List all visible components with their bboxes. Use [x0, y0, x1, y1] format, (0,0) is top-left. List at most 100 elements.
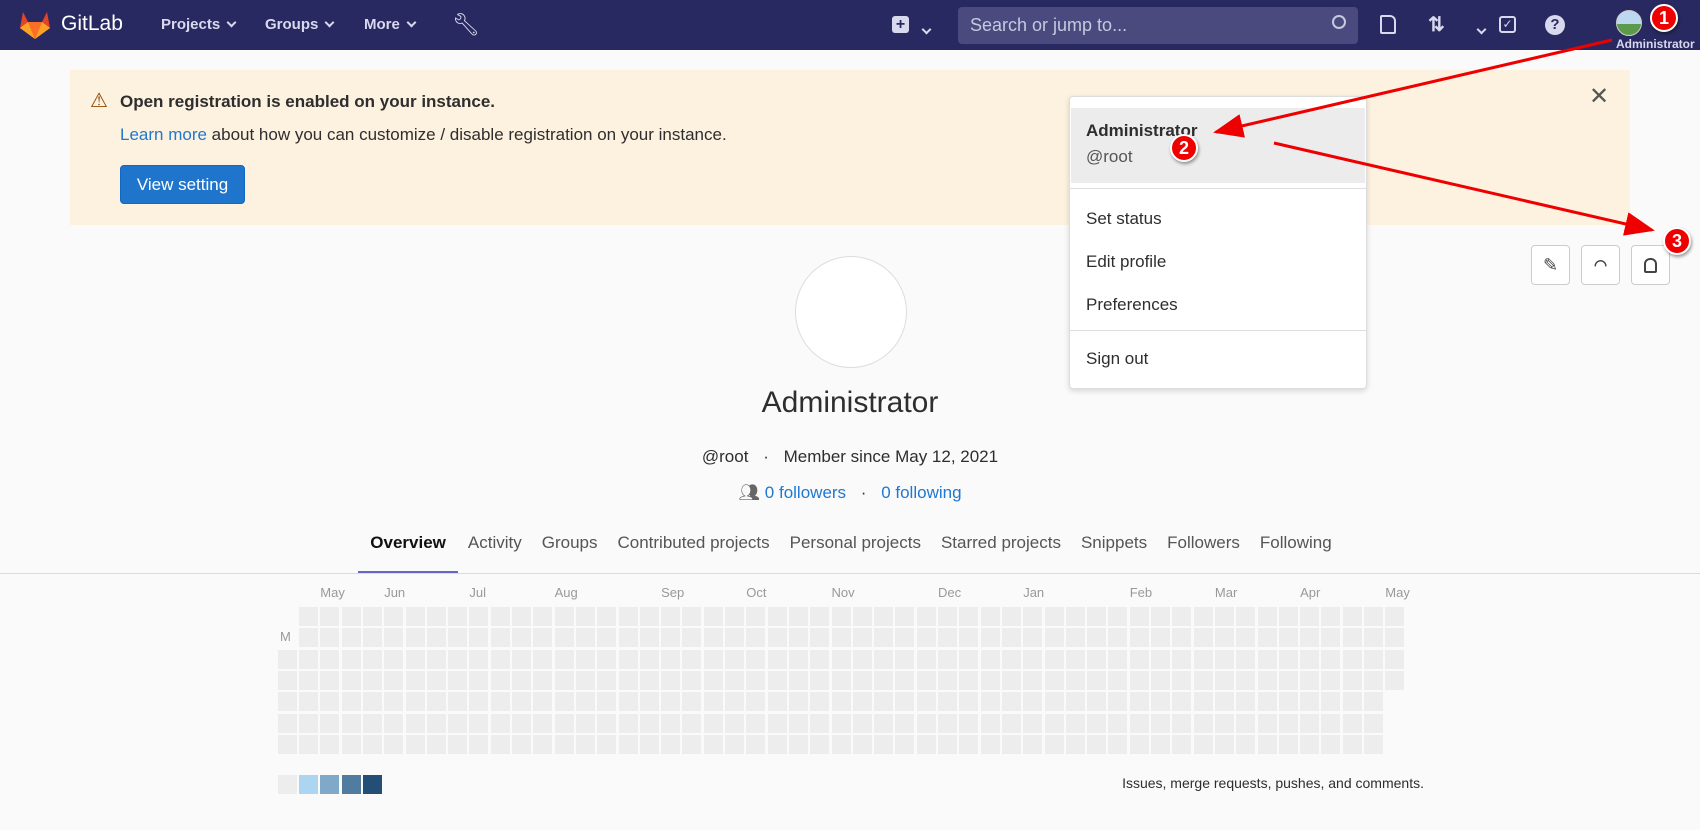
contribution-day-cell[interactable]	[405, 692, 425, 712]
contribution-day-cell[interactable]	[1193, 628, 1213, 648]
contribution-day-cell[interactable]	[1278, 713, 1298, 733]
contribution-day-cell[interactable]	[1151, 692, 1170, 712]
nav-more[interactable]: More	[364, 16, 417, 33]
contribution-day-cell[interactable]	[1023, 628, 1043, 648]
contribution-day-cell[interactable]	[1172, 628, 1192, 648]
contribution-day-cell[interactable]	[938, 734, 957, 754]
merge-request-icon[interactable]: ⇅	[1428, 12, 1445, 37]
contribution-day-cell[interactable]	[1193, 692, 1213, 712]
view-setting-button[interactable]: View setting	[120, 165, 245, 204]
contribution-day-cell[interactable]	[1129, 649, 1149, 669]
contribution-day-cell[interactable]	[299, 670, 318, 690]
contribution-day-cell[interactable]	[384, 734, 404, 754]
contribution-day-cell[interactable]	[320, 670, 340, 690]
contribution-day-cell[interactable]	[725, 692, 744, 712]
contribution-day-cell[interactable]	[320, 734, 340, 754]
contribution-day-cell[interactable]	[405, 670, 425, 690]
contribution-day-cell[interactable]	[1172, 649, 1192, 669]
contribution-day-cell[interactable]	[1129, 628, 1149, 648]
contribution-day-cell[interactable]	[1172, 692, 1192, 712]
contribution-day-cell[interactable]	[362, 628, 382, 648]
contribution-day-cell[interactable]	[810, 649, 830, 669]
contribution-day-cell[interactable]	[1236, 649, 1256, 669]
gitlab-logo-icon[interactable]	[20, 12, 50, 39]
contribution-day-cell[interactable]	[533, 734, 553, 754]
contribution-day-cell[interactable]	[1257, 692, 1277, 712]
contribution-day-cell[interactable]	[362, 713, 382, 733]
contribution-day-cell[interactable]	[320, 713, 340, 733]
contribution-day-cell[interactable]	[959, 734, 979, 754]
contribution-day-cell[interactable]	[1278, 692, 1298, 712]
contribution-day-cell[interactable]	[852, 670, 872, 690]
issues-icon[interactable]	[1380, 15, 1396, 34]
contribution-day-cell[interactable]	[661, 692, 681, 712]
contribution-day-cell[interactable]	[1065, 628, 1085, 648]
contribution-day-cell[interactable]	[469, 692, 489, 712]
contribution-day-cell[interactable]	[1321, 628, 1341, 648]
contribution-day-cell[interactable]	[448, 607, 468, 626]
contribution-day-cell[interactable]	[575, 670, 595, 690]
contribution-day-cell[interactable]	[746, 713, 766, 733]
contribution-day-cell[interactable]	[277, 670, 297, 690]
contribution-day-cell[interactable]	[703, 628, 723, 648]
contribution-day-cell[interactable]	[405, 628, 425, 648]
contribution-day-cell[interactable]	[1214, 692, 1234, 712]
contribution-day-cell[interactable]	[533, 713, 553, 733]
contribution-day-cell[interactable]	[448, 692, 468, 712]
contribution-day-cell[interactable]	[341, 713, 361, 733]
contribution-day-cell[interactable]	[831, 628, 851, 648]
contribution-day-cell[interactable]	[1321, 713, 1341, 733]
contribution-day-cell[interactable]	[788, 628, 808, 648]
contribution-day-cell[interactable]	[639, 607, 659, 626]
chevron-down-icon[interactable]	[1477, 24, 1487, 35]
contribution-day-cell[interactable]	[852, 628, 872, 648]
contribution-day-cell[interactable]	[1214, 670, 1234, 690]
contribution-day-cell[interactable]	[1129, 607, 1149, 626]
contribution-day-cell[interactable]	[426, 670, 446, 690]
contribution-day-cell[interactable]	[426, 734, 446, 754]
following-link[interactable]: 0 following	[881, 483, 961, 502]
contribution-day-cell[interactable]	[448, 713, 468, 733]
contribution-day-cell[interactable]	[1236, 734, 1256, 754]
contribution-day-cell[interactable]	[1214, 734, 1234, 754]
contribution-day-cell[interactable]	[852, 649, 872, 669]
contribution-day-cell[interactable]	[639, 692, 659, 712]
contribution-day-cell[interactable]	[1300, 607, 1320, 626]
tab-groups[interactable]: Groups	[532, 533, 608, 573]
contribution-day-cell[interactable]	[1044, 734, 1064, 754]
contribution-day-cell[interactable]	[1065, 734, 1085, 754]
nav-projects[interactable]: Projects	[161, 16, 237, 33]
contribution-day-cell[interactable]	[852, 734, 872, 754]
contribution-day-cell[interactable]	[362, 692, 382, 712]
contribution-day-cell[interactable]	[1278, 649, 1298, 669]
contribution-day-cell[interactable]	[341, 670, 361, 690]
contribution-day-cell[interactable]	[1087, 649, 1107, 669]
contribution-day-cell[interactable]	[852, 713, 872, 733]
contribution-day-cell[interactable]	[639, 713, 659, 733]
contribution-day-cell[interactable]	[703, 670, 723, 690]
contribution-day-cell[interactable]	[1023, 649, 1043, 669]
tab-activity[interactable]: Activity	[458, 533, 532, 573]
contribution-day-cell[interactable]	[1044, 628, 1064, 648]
contribution-day-cell[interactable]	[1129, 734, 1149, 754]
contribution-day-cell[interactable]	[1257, 713, 1277, 733]
contribution-day-cell[interactable]	[341, 607, 361, 626]
contribution-day-cell[interactable]	[1087, 692, 1107, 712]
contribution-day-cell[interactable]	[1065, 607, 1085, 626]
contribution-day-cell[interactable]	[788, 670, 808, 690]
contribution-day-cell[interactable]	[469, 607, 489, 626]
contribution-day-cell[interactable]	[980, 649, 1000, 669]
contribution-day-cell[interactable]	[746, 734, 766, 754]
contribution-day-cell[interactable]	[810, 692, 830, 712]
contribution-day-cell[interactable]	[916, 649, 936, 669]
contribution-day-cell[interactable]	[469, 670, 489, 690]
contribution-day-cell[interactable]	[575, 649, 595, 669]
nav-groups[interactable]: Groups	[265, 16, 335, 33]
contribution-day-cell[interactable]	[767, 734, 787, 754]
contribution-day-cell[interactable]	[980, 713, 1000, 733]
contribution-day-cell[interactable]	[1236, 628, 1256, 648]
todo-check-icon[interactable]: ✓	[1499, 16, 1516, 33]
contribution-day-cell[interactable]	[1342, 607, 1362, 626]
contribution-day-cell[interactable]	[725, 628, 744, 648]
contribution-day-cell[interactable]	[1172, 734, 1192, 754]
